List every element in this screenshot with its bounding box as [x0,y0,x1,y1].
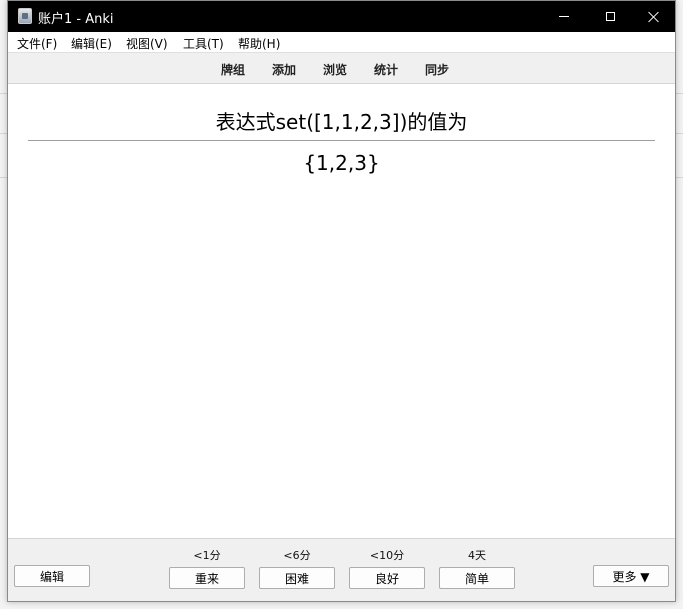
minimize-icon [559,16,569,17]
more-button[interactable]: 更多 ▼ [593,565,669,587]
review-bottom-bar: 编辑 <1分 <6分 <10分 4天 重来 困难 良好 简单 更多 ▼ [8,538,675,601]
window-title: 账户1 - Anki [38,12,114,27]
hard-button[interactable]: 困难 [259,567,335,589]
good-button[interactable]: 良好 [349,567,425,589]
anki-window: 账户1 - Anki 文件(F) 编辑(E) 视图(V) 工具(T) 帮助(H)… [7,0,676,602]
menu-edit[interactable]: 编辑(E) [71,35,112,52]
toolbar-add[interactable]: 添加 [272,61,296,78]
menu-bar: 文件(F) 编辑(E) 视图(V) 工具(T) 帮助(H) [8,32,675,53]
toolbar-decks[interactable]: 牌组 [221,61,245,78]
card-question: 表达式set([1,1,2,3])的值为 [215,110,468,134]
anki-app-icon [18,8,32,24]
interval-good: <10分 [369,549,405,562]
toolbar-stats[interactable]: 统计 [374,61,398,78]
edit-button[interactable]: 编辑 [14,565,90,587]
interval-again: <1分 [193,549,221,562]
toolbar-browse[interactable]: 浏览 [323,61,347,78]
answer-divider [28,140,655,141]
menu-file[interactable]: 文件(F) [17,35,57,52]
card-view: 表达式set([1,1,2,3])的值为 {1,2,3} [8,84,675,538]
menu-tools[interactable]: 工具(T) [183,35,224,52]
again-button[interactable]: 重来 [169,567,245,589]
easy-button[interactable]: 简单 [439,567,515,589]
title-bar[interactable]: 账户1 - Anki [8,1,675,32]
menu-view[interactable]: 视图(V) [126,35,168,52]
interval-easy: 4天 [468,549,486,562]
toolbar-sync[interactable]: 同步 [425,61,449,78]
maximize-icon [605,12,615,21]
main-toolbar: 牌组 添加 浏览 统计 同步 [8,53,675,84]
menu-help[interactable]: 帮助(H) [238,35,280,52]
minimize-button[interactable] [541,1,587,32]
close-icon [648,11,660,23]
interval-hard: <6分 [283,549,311,562]
card-answer: {1,2,3} [303,151,380,175]
close-button[interactable] [631,1,675,32]
maximize-button[interactable] [587,1,633,32]
